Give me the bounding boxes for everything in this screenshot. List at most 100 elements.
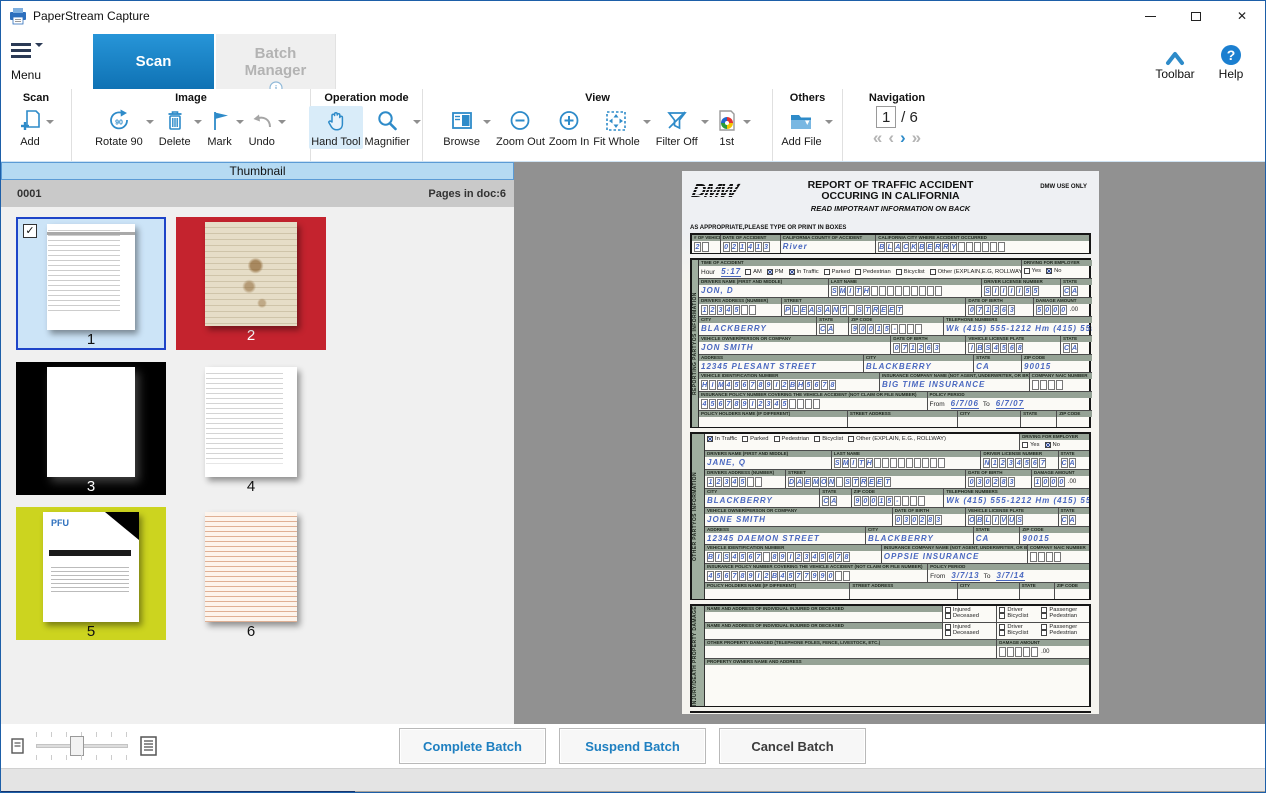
filter-off-dropdown-arrow[interactable] [701,120,709,128]
magnifier-button[interactable]: Magnifier [363,106,412,149]
app-icon [9,7,27,25]
form-checkbox [745,269,751,275]
ribbon-section-navigation: Navigation 1 / 6 « ‹ › » [843,89,951,161]
tab-scan[interactable]: Scan [93,34,214,89]
form-field: ZIP CODE90015 [1020,527,1089,544]
magnifier-dropdown-arrow[interactable] [413,120,421,128]
undo-button[interactable]: Undo [247,106,277,149]
fit-whole-button[interactable]: Fit Whole [591,106,641,149]
document-header: DMW REPORT OF TRAFFIC ACCIDENT OCCURING … [690,177,1091,223]
form-checkbox [824,269,830,275]
thumbnail-page-4[interactable]: 4 [176,362,326,495]
form-field: CITYBLACKBERRY [866,527,974,544]
form-checkbox [742,436,748,442]
last-page-icon[interactable]: » [912,130,921,146]
form-field: STATECA [820,489,851,507]
ribbon-section-scan: Scan Add [1,89,72,161]
thumbnail-size-control [11,732,157,760]
delete-dropdown-arrow[interactable] [194,120,202,128]
thumbnail-page-2[interactable]: 2 [176,217,326,350]
form-field: DRIVING FOR EMPLOYERYesNo [1022,260,1093,278]
page-checkbox[interactable]: ✓ [23,224,37,238]
form-field: STREETDAEMON STREET [786,470,966,488]
form-field: ZIP CODE90015 [1022,355,1092,372]
minimize-button[interactable] [1127,1,1173,31]
ribbon-section-operation-mode: Operation mode Hand Tool Magnifier [311,89,423,161]
rotate90-dropdown-arrow[interactable] [146,120,154,128]
add-dropdown-arrow[interactable] [46,120,54,128]
suspend-batch-button[interactable]: Suspend Batch [559,728,706,764]
undo-dropdown-arrow[interactable] [278,120,286,128]
document-preview[interactable]: DMW REPORT OF TRAFFIC ACCIDENT OCCURING … [682,171,1099,714]
form-field: VEHICLE LICENSE PLATEIBS4568 [966,336,1061,354]
add-file-button[interactable]: Add File [779,106,823,149]
first-dropdown-arrow[interactable] [743,120,751,128]
slider-thumb[interactable] [70,736,84,756]
form-field: POLICY PERIODFrom3/7/13To3/7/14 [928,564,1089,582]
page-number-label: 3 [87,478,95,495]
first-page-icon[interactable]: « [873,130,882,146]
form-section-side-label: INJURY/DEATH PROPERTY DAMAGE [692,606,705,706]
thumbnail-panel: Thumbnail 0001 Pages in doc:6 ✓ 1 2 3 4 [1,162,514,724]
zoom-in-button[interactable]: Zoom In [547,106,591,149]
maximize-button[interactable] [1173,1,1219,31]
first-page-color-button[interactable]: 1st [712,106,742,149]
form-field: ZIP CODE [1055,583,1089,599]
menu-caret-icon [35,43,43,51]
form-field: DRIVERS NAME (FIRST AND MIDDLE)JON, D [699,279,829,297]
delete-button[interactable]: Delete [157,106,193,149]
svg-text:?: ? [1227,47,1236,63]
browse-dropdown-arrow[interactable] [483,120,491,128]
filter-off-button[interactable]: Filter Off [654,106,700,149]
hand-tool-button[interactable]: Hand Tool [309,106,362,149]
rotate90-button[interactable]: 90 Rotate 90 [93,106,145,149]
fit-whole-icon [603,107,629,135]
close-button[interactable]: ✕ [1219,1,1265,31]
zoom-out-button[interactable]: Zoom Out [494,106,547,149]
mark-dropdown-arrow[interactable] [236,120,244,128]
thumbnail-size-slider[interactable] [36,732,128,760]
mark-button[interactable]: Mark [205,106,235,149]
form-checkbox [945,613,951,619]
undo-arrow-icon [249,107,275,135]
form-field: STATECA [974,355,1022,372]
toolbar-toggle-button[interactable]: Toolbar [1145,41,1205,81]
browse-button[interactable]: Browse [441,106,482,149]
form-field: STATE [1020,583,1055,599]
thumbnail-page-1[interactable]: ✓ 1 [16,217,166,350]
thumbnail-panel-header: Thumbnail [1,162,514,180]
add-button[interactable]: Add [15,106,45,149]
page-preview [43,512,139,622]
next-page-icon[interactable]: › [900,130,906,146]
cancel-batch-button[interactable]: Cancel Batch [719,728,866,764]
form-field: INSURANCE COMPANY NAME (NOT AGENT, UNDER… [882,545,1028,563]
form-section: REPORTING PARTYÖS INFORMATIONTIME OF ACC… [690,258,1091,428]
form-field: STATECA [974,527,1021,544]
tab-batch-manager[interactable]: Batch Manager i [216,34,336,89]
thumbnail-page-3[interactable]: 3 [16,362,166,495]
form-checkbox [1041,630,1047,636]
thumbnail-page-5[interactable]: 5 [16,507,166,640]
form-field: ZIP CODE90015- [849,317,944,335]
svg-text:90: 90 [115,120,123,127]
fit-whole-dropdown-arrow[interactable] [643,120,651,128]
page-total: / 6 [901,109,918,126]
prev-page-icon[interactable]: ‹ [888,130,894,146]
thumbnail-page-6[interactable]: 6 [176,507,326,640]
form-field: VEHICLE LICENSE PLATEOBLIVUS [966,508,1058,526]
ribbon: Scan Add Image 90 Rotate 90 [1,89,1265,162]
dmw-logo: DMW [690,181,739,203]
viewer-area[interactable]: DMW REPORT OF TRAFFIC ACCIDENT OCCURING … [514,162,1266,724]
menu-button[interactable]: Menu [11,43,57,82]
add-file-dropdown-arrow[interactable] [825,120,833,128]
page-number-box[interactable]: 1 [876,106,896,128]
form-field: TIME OF ACCIDENTHour5:17AMPMIn TrafficPa… [699,260,1022,278]
help-button[interactable]: ? Help [1201,41,1261,81]
form-field: InjuredDeceased [943,606,997,622]
form-field: DRIVING FOR EMPLOYERYesNo [1020,434,1089,450]
form-checkbox [1041,613,1047,619]
form-field: COMPANY NAIC NUMBER [1028,545,1089,563]
form-field: VEHICLE OWNER/PERSON OR COMPANYJON SMITH [699,336,891,354]
certification-text: I certify under penalty of perjury under… [690,711,1091,714]
complete-batch-button[interactable]: Complete Batch [399,728,546,764]
